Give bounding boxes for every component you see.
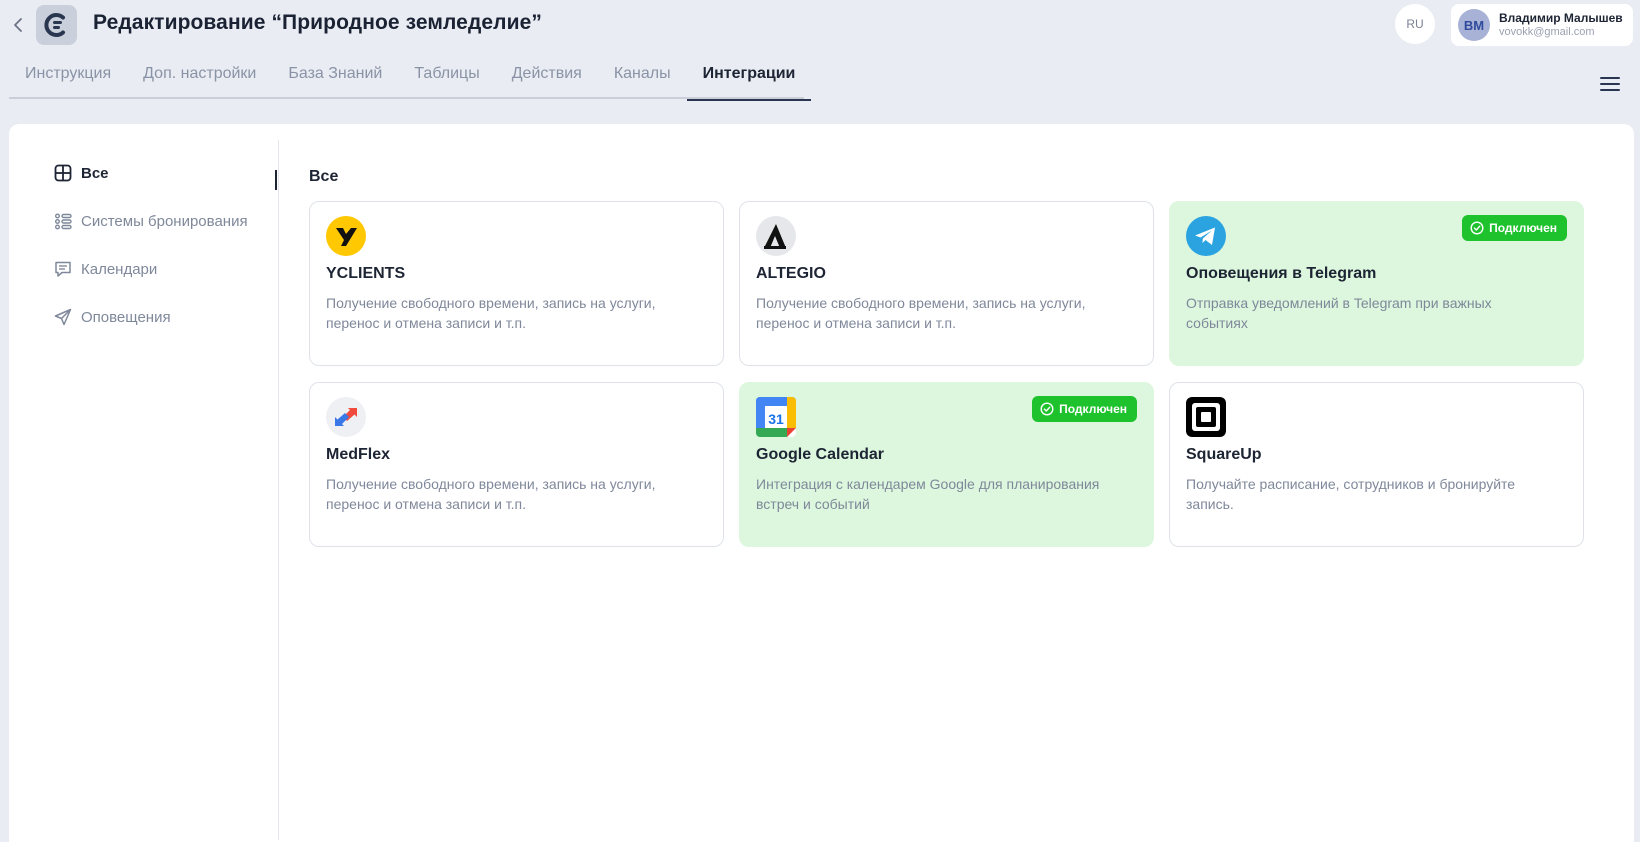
sidebar-item-notifications[interactable]: Оповещения [54,308,171,326]
integration-card-squareup[interactable]: SquareUp Получайте расписание, сотрудник… [1169,382,1584,547]
menu-line [1600,83,1620,85]
message-icon [54,260,72,278]
integration-card-telegram[interactable]: Подключен Оповещения в Telegram Отправка… [1169,201,1584,366]
language-switch[interactable]: RU [1395,4,1435,44]
tab-actions[interactable]: Действия [496,55,598,99]
tab-tables[interactable]: Таблицы [398,55,495,99]
sidebar-item-calendars[interactable]: Календари [54,260,157,278]
card-description: Интеграция с календарем Google для плани… [756,476,1100,512]
telegram-logo-icon [1186,216,1226,256]
tab-instruction[interactable]: Инструкция [9,55,127,99]
menu-line [1600,89,1620,91]
back-button[interactable] [10,13,26,37]
card-title: SquareUp [1186,446,1262,463]
category-sidebar: Все Системы бронирования Календари Опове… [9,140,279,840]
sidebar-item-booking-systems[interactable]: Системы бронирования [54,212,248,230]
yclients-logo-icon [326,216,366,256]
integration-card-medflex[interactable]: MedFlex Получение свободного времени, за… [309,382,724,547]
integration-card-yclients[interactable]: YCLIENTS Получение свободного времени, з… [309,201,724,366]
avatar: ВМ [1458,9,1490,41]
card-title: ALTEGIO [756,265,826,282]
card-description: Получайте расписание, сотрудников и брон… [1186,476,1516,512]
send-icon [54,308,72,326]
altegio-logo-icon [756,216,796,256]
section-title: Все [309,168,339,185]
card-description: Получение свободного времени, запись на … [326,476,656,512]
check-circle-icon [1040,402,1054,416]
card-description: Получение свободного времени, запись на … [756,295,1086,331]
integration-card-altegio[interactable]: ALTEGIO Получение свободного времени, за… [739,201,1154,366]
content-panel: Все Системы бронирования Календари Опове… [9,124,1634,842]
check-circle-icon [1470,221,1484,235]
page-title: Редактирование “Природное земледелие” [93,11,542,34]
sidebar-item-label: Системы бронирования [81,212,248,230]
connected-badge: Подключен [1032,396,1137,422]
tab-channels[interactable]: Каналы [598,55,687,99]
badge-label: Подключен [1059,402,1127,416]
logo-icon [43,13,65,37]
app-logo [36,5,77,45]
user-menu[interactable]: ВМ Владимир Малышев vovokk@gmail.com [1451,4,1633,46]
integration-card-google-calendar[interactable]: 31 Подключен Google Calendar Интеграция … [739,382,1154,547]
google-calendar-logo-icon: 31 [756,397,796,437]
tab-bar: Инструкция Доп. настройки База Знаний Та… [9,55,812,101]
tab-extra-settings[interactable]: Доп. настройки [127,55,272,99]
chevron-left-icon [14,18,22,32]
tab-knowledge-base[interactable]: База Знаний [272,55,398,99]
user-email: vovokk@gmail.com [1499,25,1595,38]
card-title: Google Calendar [756,446,885,463]
card-description: Отправка уведомлений в Telegram при важн… [1186,295,1492,331]
active-sidebar-indicator [275,170,277,190]
svg-text:31: 31 [768,411,784,427]
card-title: Оповещения в Telegram [1186,265,1377,282]
card-title: MedFlex [326,446,391,463]
sidebar-item-label: Календари [81,260,158,278]
menu-line [1600,77,1620,79]
user-name: Владимир Малышев [1499,10,1623,25]
sidebar-item-all[interactable]: Все [54,164,109,182]
grid-icon [54,164,72,182]
squareup-logo-icon [1186,397,1226,437]
card-title: YCLIENTS [326,265,406,282]
list-icon [54,212,72,230]
connected-badge: Подключен [1462,215,1567,241]
sidebar-item-label: Все [81,164,109,182]
medflex-logo-icon [326,397,366,437]
sidebar-item-label: Оповещения [81,308,171,326]
card-description: Получение свободного времени, запись на … [326,295,656,331]
tab-integrations[interactable]: Интеграции [686,55,812,101]
hamburger-menu-button[interactable] [1600,74,1620,94]
badge-label: Подключен [1489,221,1557,235]
